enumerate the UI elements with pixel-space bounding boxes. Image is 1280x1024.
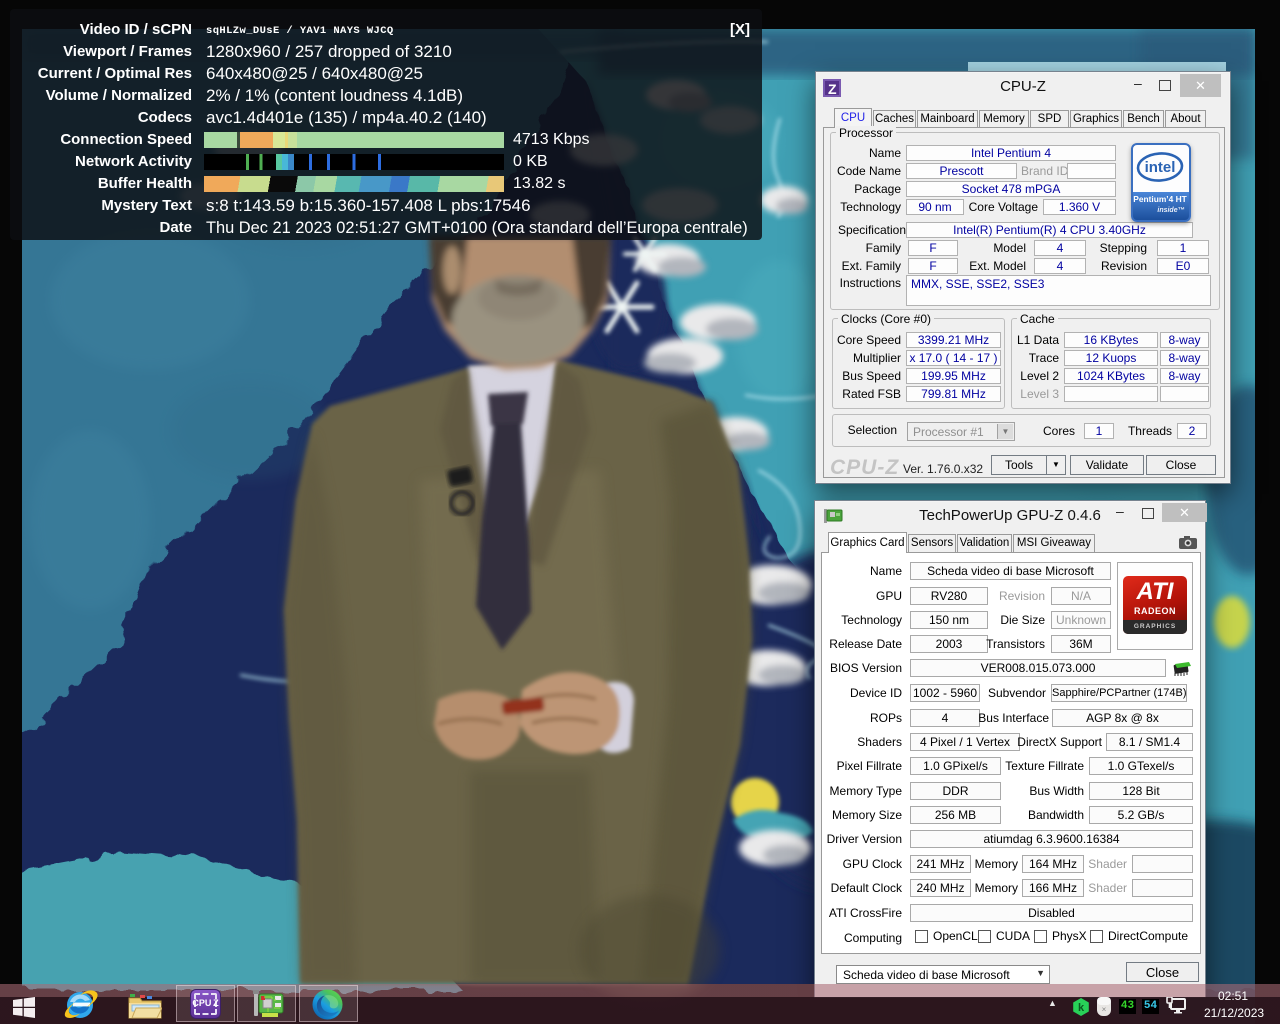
svg-text:Pentium’4 HT: Pentium’4 HT [1133,194,1187,204]
svg-text:inside™: inside™ [1157,207,1184,214]
svg-text:×: × [1102,1005,1107,1014]
svg-text:intel: intel [1145,159,1176,176]
svg-text:k: k [1078,1002,1085,1014]
